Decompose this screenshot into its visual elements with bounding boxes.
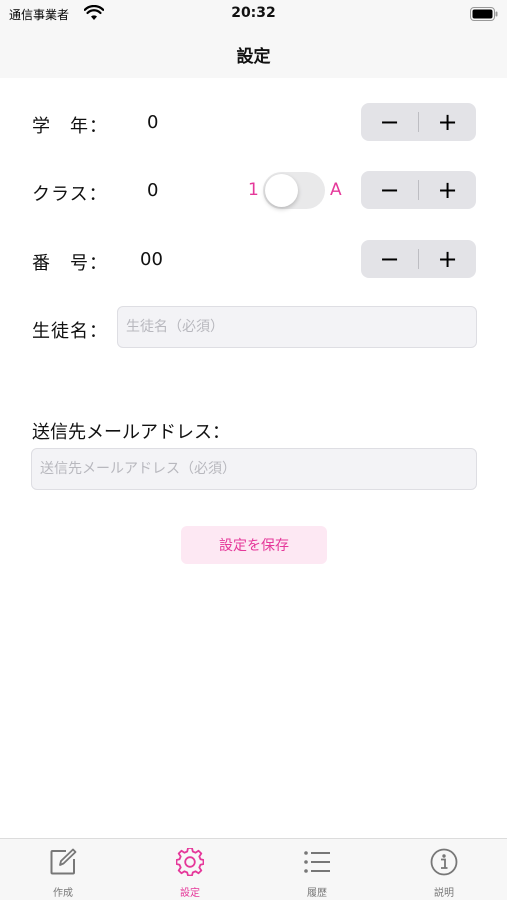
student-name-label: 生徒名： [32,321,108,342]
tab-settings[interactable]: 設定 [127,839,253,900]
tab-bar: 作成 設定 履歴 説明 [0,838,507,900]
class-label: クラス： [32,184,108,205]
tab-history[interactable]: 履歴 [254,839,380,900]
toggle-knob [265,174,298,207]
class-increment-button[interactable]: + [419,171,476,209]
number-decrement-button[interactable]: − [361,240,418,278]
student-name-input[interactable] [117,306,477,348]
page-title: 設定 [236,47,271,67]
save-settings-button[interactable]: 設定を保存 [181,526,327,564]
compose-icon [50,848,77,875]
gear-icon [176,848,204,876]
grade-increment-button[interactable]: + [419,103,476,141]
class-type-toggle[interactable] [263,172,325,209]
status-time: 20:32 [231,5,276,21]
top-bar: 通信事業者 20:32 設定 [0,0,507,78]
grade-label: 学 年： [32,116,108,137]
tab-history-label: 履歴 [307,888,327,899]
tab-help-label: 説明 [434,888,454,899]
email-label: 送信先メールアドレス： [32,422,230,443]
number-stepper: − + [361,240,476,278]
tab-create-label: 作成 [53,888,73,899]
email-input[interactable] [31,448,477,490]
list-icon [304,851,330,873]
info-icon [430,848,458,876]
number-value: 00 [140,249,163,270]
number-label: 番 号： [32,253,108,274]
grade-stepper: − + [361,103,476,141]
grade-value: 0 [147,112,159,133]
battery-icon [470,6,498,21]
class-value: 0 [147,180,159,201]
status-bar: 通信事業者 20:32 [0,0,507,28]
tab-settings-label: 設定 [180,888,200,899]
class-toggle-left-label: 1 [248,180,259,200]
number-increment-button[interactable]: + [419,240,476,278]
class-decrement-button[interactable]: − [361,171,418,209]
class-stepper: − + [361,171,476,209]
tab-help[interactable]: 説明 [381,839,507,900]
grade-decrement-button[interactable]: − [361,103,418,141]
tab-create[interactable]: 作成 [0,839,126,900]
class-toggle-right-label: A [330,180,342,200]
